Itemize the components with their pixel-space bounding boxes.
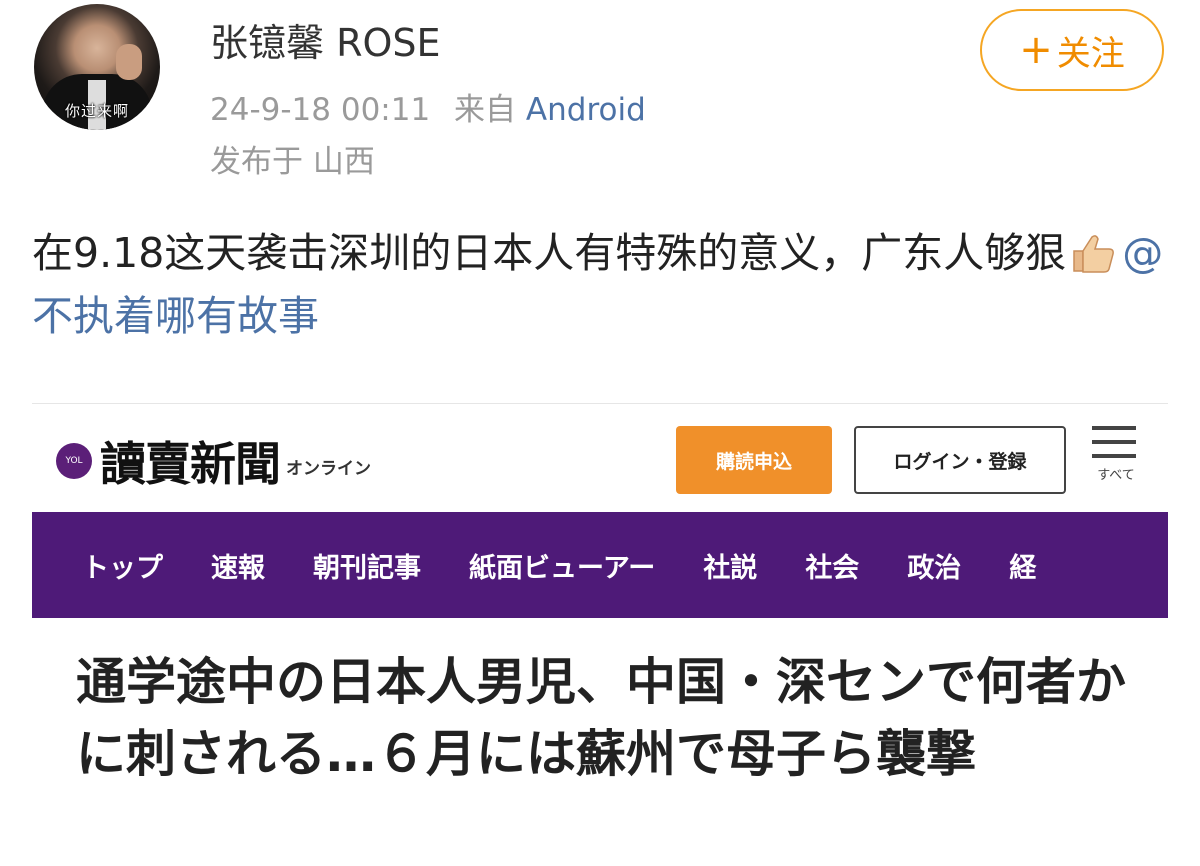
news-logo-suffix: オンライン [286,458,371,479]
news-logo[interactable]: YOL 讀賣新聞 オンライン [56,428,371,494]
follow-label: 关注 [1056,33,1125,74]
menu-button[interactable]: すべて [1092,426,1140,492]
post-body: 在9.18这天袭击深圳的日本人有特殊的意义，广东人够狠 [32,229,1067,277]
hamburger-icon [1092,426,1140,458]
thumbs-up-icon [1073,235,1115,273]
nav-item-top[interactable]: トップ [82,546,163,585]
news-logo-badge: YOL [56,443,92,479]
menu-label: すべて [1097,468,1135,483]
post-location: 发布于 山西 [210,144,375,180]
login-register-button[interactable]: ログイン・登録 [854,426,1066,494]
post-meta: 24-9-18 00:11 来自 Android [210,84,646,129]
news-headline[interactable]: 通学途中の日本人男児、中国・深センで何者かに刺される…６月には蘇州で母子ら襲撃 [76,646,1146,790]
nav-item-society[interactable]: 社会 [805,546,859,585]
nav-item-morning-edition[interactable]: 朝刊記事 [313,546,421,585]
avatar[interactable]: 你过来啊 [34,4,160,130]
nav-item-economy[interactable]: 経 [1009,546,1036,585]
source-prefix: 来自 [454,92,517,128]
news-nav-bar: トップ 速報 朝刊記事 紙面ビューアー 社説 社会 政治 経 [32,512,1168,618]
source-app-link[interactable]: Android [526,92,646,128]
plus-icon: + [1019,27,1053,73]
nav-item-politics[interactable]: 政治 [907,546,961,585]
username[interactable]: 张镱馨 ROSE [210,12,441,67]
nav-item-editorial[interactable]: 社説 [703,546,757,585]
post-timestamp: 24-9-18 00:11 [210,92,431,128]
subscribe-button[interactable]: 購読申込 [676,426,832,494]
news-logo-name: 讀賣新聞 [100,437,281,491]
follow-button[interactable]: + 关注 [980,9,1164,91]
avatar-caption: 你过来啊 [64,102,129,120]
nav-item-paper-viewer[interactable]: 紙面ビューアー [469,546,655,585]
nav-item-breaking[interactable]: 速報 [211,546,265,585]
post-text: 在9.18这天袭击深圳的日本人有特殊的意义，广东人够狠 @不执着哪有故事 [32,222,1172,348]
news-screenshot: YOL 讀賣新聞 オンライン 購読申込 ログイン・登録 すべて トップ 速報 朝… [32,403,1168,866]
avatar-hand [116,44,142,80]
